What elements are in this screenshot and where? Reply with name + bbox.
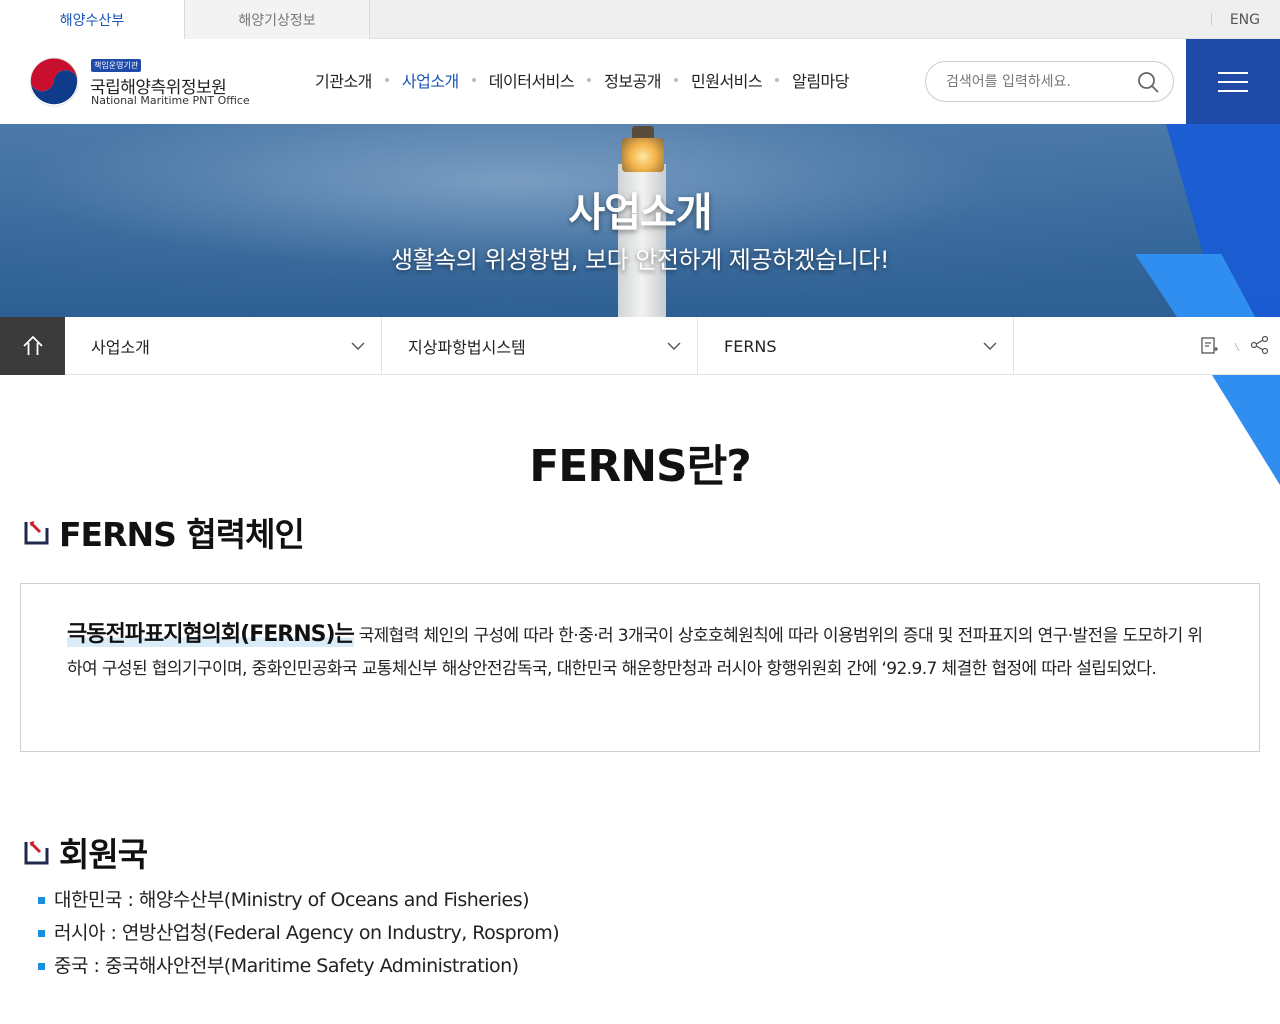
search-input[interactable] — [946, 71, 1126, 93]
tab-ministry[interactable]: 해양수산부 — [0, 0, 185, 39]
location-depth2[interactable]: 지상파항법시스템 — [382, 317, 698, 375]
intro-paragraph: 극동전파표지협의회(FERNS)는 국제협력 체인의 구성에 따라 한·중·러 … — [67, 618, 1215, 686]
section-title-icon — [24, 520, 49, 544]
search-box — [925, 61, 1174, 102]
chevron-down-icon — [983, 342, 997, 350]
member-text: 러시아 : 연방산업청(Federal Agency on Industry, … — [54, 922, 560, 944]
section-title-icon — [24, 840, 49, 864]
location-depth2-label: 지상파항법시스템 — [408, 338, 526, 357]
home-button[interactable] — [0, 317, 65, 375]
share-icon[interactable] — [1250, 335, 1270, 355]
member-text: 대한민국 : 해양수산부(Ministry of Oceans and Fish… — [54, 889, 530, 911]
logo-title-en: National Maritime PNT Office — [91, 94, 250, 107]
nav-civil-service[interactable]: 민원서비스 — [691, 68, 763, 92]
home-icon — [22, 335, 43, 355]
section-heading-members: 회원국 — [24, 828, 148, 876]
bullet-icon — [38, 963, 45, 970]
sub-visual-banner: 사업소개 생활속의 위성항법, 보다 안전하게 제공하겠습니다! — [0, 124, 1280, 317]
main-navigation: 기관소개 사업소개 데이터서비스 정보공개 민원서비스 알림마당 — [315, 39, 849, 121]
divider — [1211, 13, 1212, 25]
location-depth1[interactable]: 사업소개 — [65, 317, 382, 375]
nav-disclosure[interactable]: 정보공개 — [604, 68, 661, 92]
list-item: 대한민국 : 해양수산부(Ministry of Oceans and Fish… — [38, 884, 559, 917]
nav-about[interactable]: 기관소개 — [315, 68, 372, 92]
location-depth3-label: FERNS — [724, 336, 777, 356]
bullet-icon — [38, 930, 45, 937]
nav-business[interactable]: 사업소개 — [402, 68, 459, 92]
bullet-icon — [38, 897, 45, 904]
member-text: 중국 : 중국해사안전부(Maritime Safety Administrat… — [54, 955, 519, 977]
banner-subtitle: 생활속의 위성항법, 보다 안전하게 제공하겠습니다! — [391, 246, 889, 274]
banner-title: 사업소개 — [568, 190, 712, 236]
nav-notice[interactable]: 알림마당 — [792, 68, 849, 92]
nav-data-service[interactable]: 데이터서비스 — [489, 68, 575, 92]
page-title: FERNS란? — [529, 441, 752, 492]
all-menu-button[interactable] — [1186, 39, 1280, 124]
section-title: 회원국 — [59, 835, 148, 874]
lighthouse-lamp — [622, 138, 664, 172]
list-item: 중국 : 중국해사안전부(Maritime Safety Administrat… — [38, 950, 559, 983]
location-depth1-label: 사업소개 — [91, 338, 150, 357]
chevron-down-icon — [667, 342, 681, 350]
print-icon[interactable] — [1199, 336, 1219, 356]
site-header: 책임운영기관 국립해양측위정보원 National Maritime PNT O… — [0, 39, 1280, 124]
location-depth3[interactable]: FERNS — [698, 317, 1014, 375]
section-heading-chain: FERNS 협력체인 — [24, 508, 305, 556]
tab-marine-weather[interactable]: 해양기상정보 — [185, 0, 370, 39]
member-list: 대한민국 : 해양수산부(Ministry of Oceans and Fish… — [38, 884, 560, 983]
list-item: 러시아 : 연방산업청(Federal Agency on Industry, … — [38, 917, 560, 950]
intro-highlight: 극동전파표지협의회(FERNS)는 — [67, 622, 355, 647]
top-utility-bar: 해양수산부 해양기상정보 ENG — [0, 0, 1280, 39]
nav-separator — [587, 78, 592, 82]
english-link[interactable]: ENG — [1230, 0, 1260, 39]
search-icon[interactable] — [1137, 71, 1159, 93]
government-logo-icon[interactable] — [28, 56, 80, 108]
section-title: FERNS 협력체인 — [59, 515, 305, 554]
nav-separator — [384, 78, 389, 82]
intro-box: 극동전파표지협의회(FERNS)는 국제협력 체인의 구성에 따라 한·중·러 … — [20, 583, 1260, 752]
divider — [1234, 343, 1240, 351]
nav-separator — [471, 78, 476, 82]
logo-badge: 책임운영기관 — [91, 59, 142, 72]
location-bar: 사업소개 지상파항법시스템 FERNS — [0, 317, 1280, 375]
nav-separator — [674, 78, 678, 82]
chevron-down-icon — [351, 342, 365, 350]
hamburger-icon — [1218, 71, 1248, 92]
nav-separator — [775, 78, 780, 82]
